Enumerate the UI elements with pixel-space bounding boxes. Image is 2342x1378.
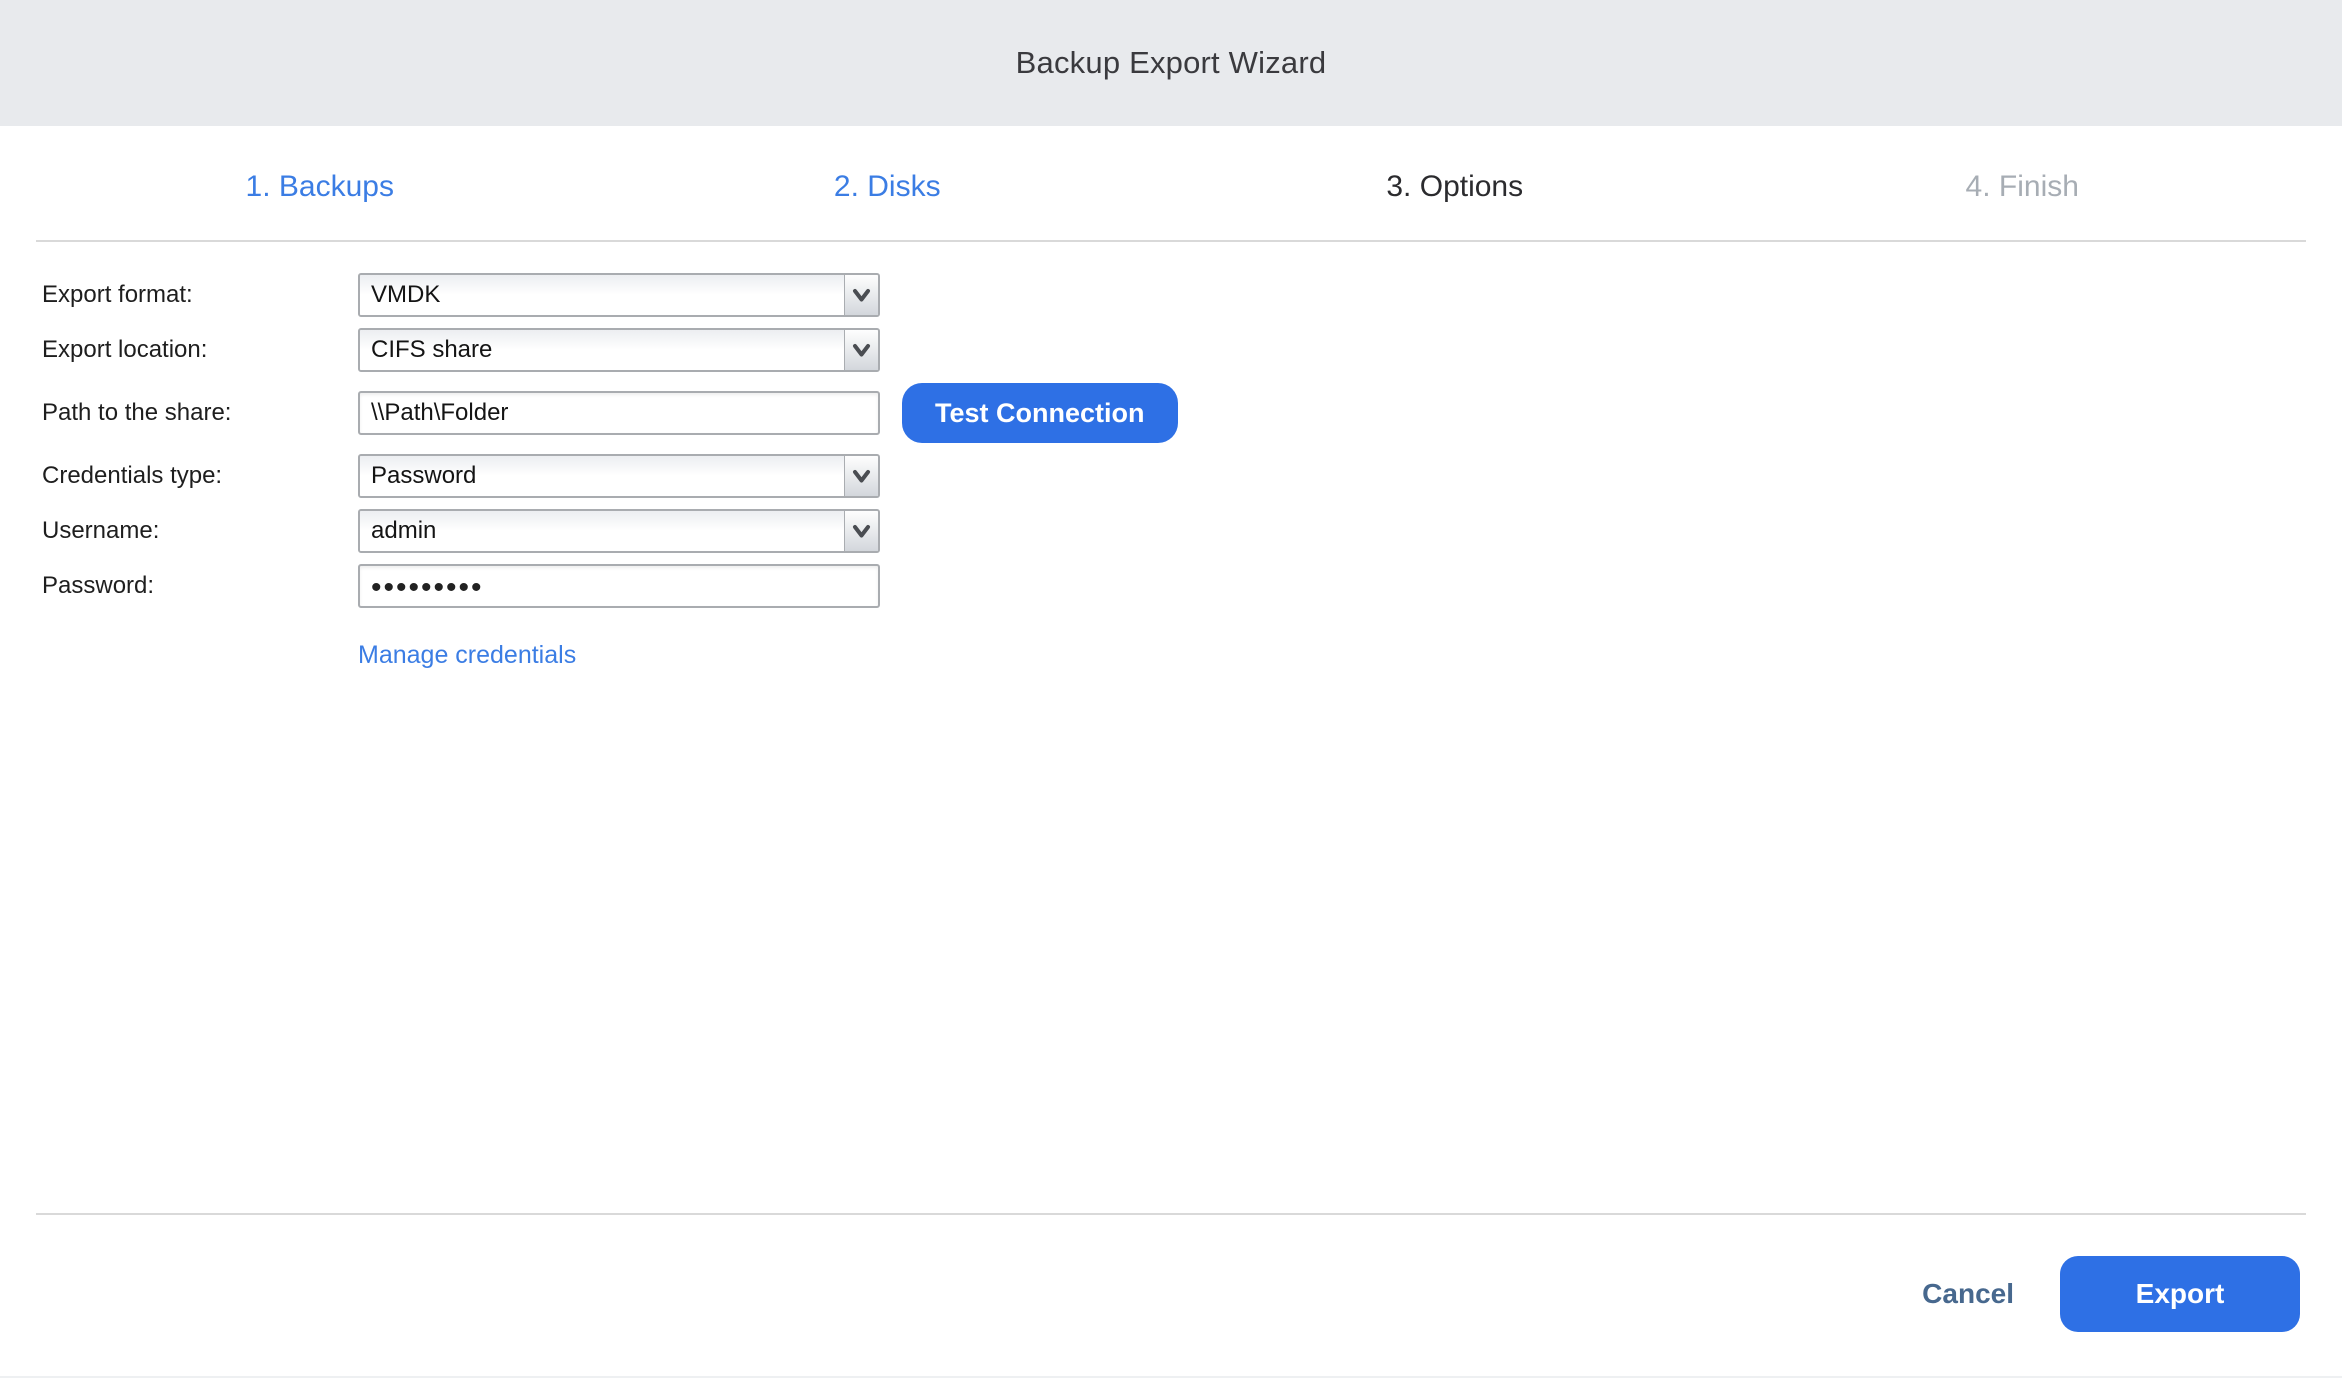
manage-credentials-link[interactable]: Manage credentials xyxy=(358,641,576,670)
field-row-export-format: Export format: VMDK xyxy=(42,273,2342,317)
step-tab-finish: 4. Finish xyxy=(1739,170,2307,204)
credentials-type-value: Password xyxy=(360,456,844,496)
footer-divider xyxy=(36,1213,2306,1215)
export-location-label: Export location: xyxy=(42,336,358,364)
step-tab-backups[interactable]: 1. Backups xyxy=(36,170,604,204)
field-row-export-location: Export location: CIFS share xyxy=(42,328,2342,372)
field-row-share-path: Path to the share: Test Connection xyxy=(42,383,2342,443)
export-location-value: CIFS share xyxy=(360,330,844,370)
export-format-label: Export format: xyxy=(42,281,358,309)
username-select[interactable]: admin xyxy=(358,509,880,553)
chevron-down-icon[interactable] xyxy=(844,456,878,496)
export-button[interactable]: Export xyxy=(2060,1256,2300,1332)
chevron-down-icon[interactable] xyxy=(844,275,878,315)
share-path-label: Path to the share: xyxy=(42,399,358,427)
page-title: Backup Export Wizard xyxy=(1016,45,1327,81)
username-value: admin xyxy=(360,511,844,551)
step-tab-options[interactable]: 3. Options xyxy=(1171,170,1739,204)
step-tab-disks[interactable]: 2. Disks xyxy=(604,170,1172,204)
credentials-type-label: Credentials type: xyxy=(42,462,358,490)
chevron-down-icon[interactable] xyxy=(844,330,878,370)
export-location-select[interactable]: CIFS share xyxy=(358,328,880,372)
export-format-select[interactable]: VMDK xyxy=(358,273,880,317)
field-row-password: Password: xyxy=(42,564,2342,608)
field-row-credentials-type: Credentials type: Password xyxy=(42,454,2342,498)
password-label: Password: xyxy=(42,572,358,600)
password-input[interactable] xyxy=(358,564,880,608)
test-connection-button[interactable]: Test Connection xyxy=(902,383,1178,443)
field-row-username: Username: admin xyxy=(42,509,2342,553)
credentials-type-select[interactable]: Password xyxy=(358,454,880,498)
footer-actions: Cancel Export xyxy=(1922,1256,2300,1332)
share-path-input[interactable] xyxy=(358,391,880,435)
chevron-down-icon[interactable] xyxy=(844,511,878,551)
export-options-form: Export format: VMDK Export location: CIF… xyxy=(42,273,2342,670)
username-label: Username: xyxy=(42,517,358,545)
cancel-button[interactable]: Cancel xyxy=(1922,1278,2014,1310)
wizard-steps: 1. Backups 2. Disks 3. Options 4. Finish xyxy=(36,126,2306,242)
wizard-header: Backup Export Wizard xyxy=(0,0,2342,126)
export-format-value: VMDK xyxy=(360,275,844,315)
